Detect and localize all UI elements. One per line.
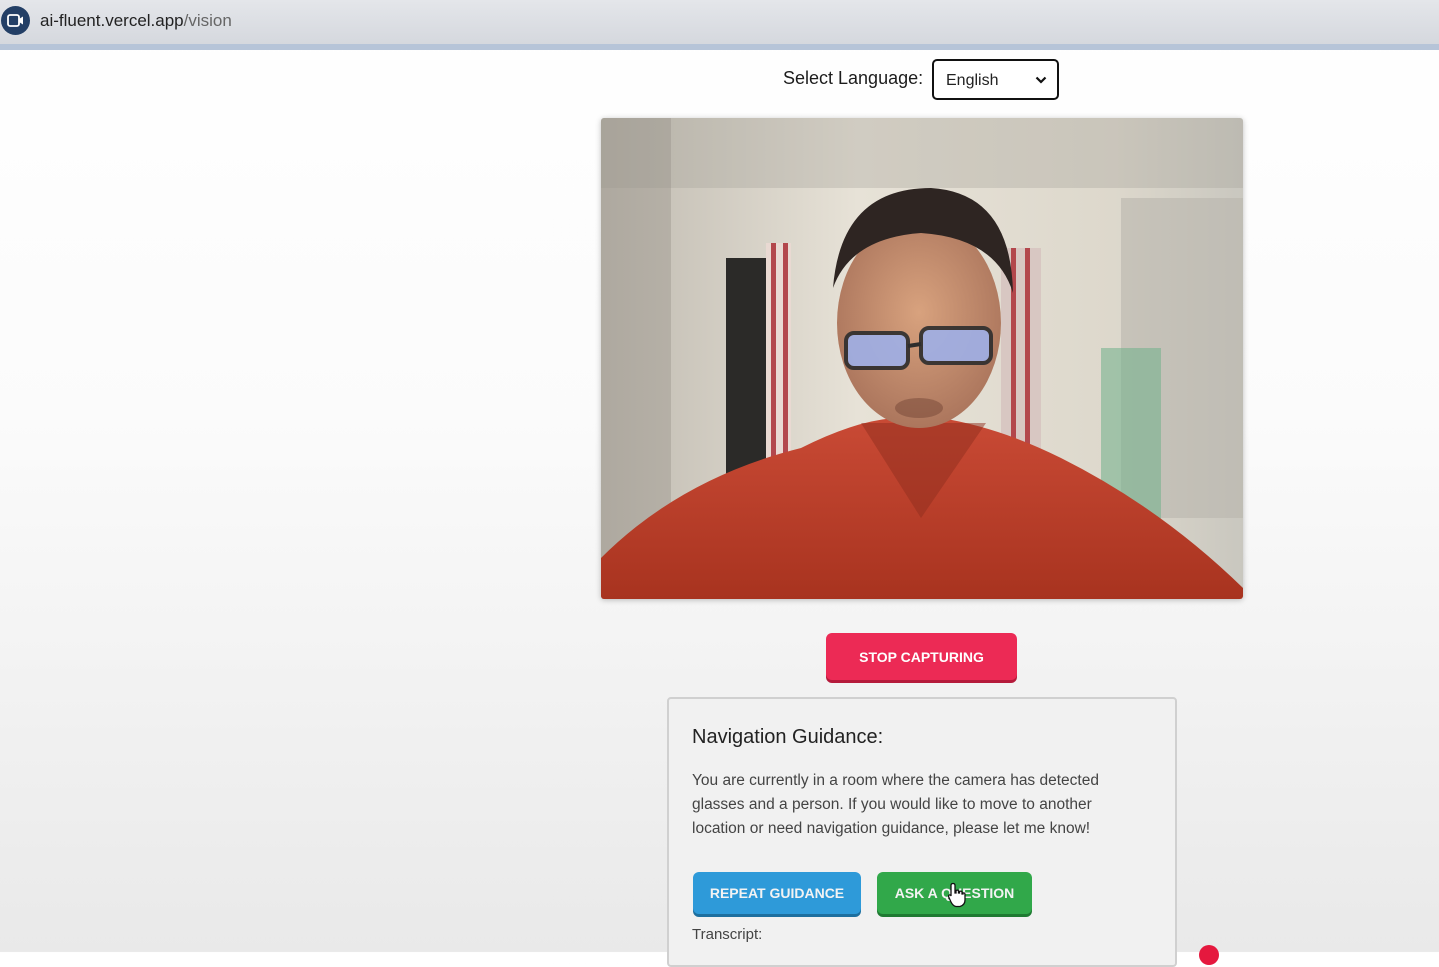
guidance-text: You are currently in a room where the ca… — [692, 772, 1099, 837]
language-label: Select Language: — [783, 68, 924, 88]
url-host: ai-fluent.vercel.app — [40, 11, 184, 30]
repeat-guidance-button[interactable]: REPEAT GUIDANCE — [693, 872, 861, 914]
transcript-label: Transcript: — [692, 926, 763, 943]
hand-pointer-cursor-icon — [947, 882, 966, 908]
language-select[interactable]: English — [932, 59, 1059, 100]
camera-video-feed — [601, 118, 1243, 599]
navigation-guidance-panel: Navigation Guidance: You are currently i… — [667, 697, 1177, 967]
guidance-title: Navigation Guidance: — [692, 726, 884, 748]
language-selected-value: English — [946, 72, 999, 89]
video-camera-icon — [1, 6, 30, 35]
url-text[interactable]: ai-fluent.vercel.app/vision — [40, 11, 232, 31]
stop-capturing-button[interactable]: STOP CAPTURING — [826, 633, 1017, 680]
chevron-down-icon — [1035, 76, 1047, 84]
recording-indicator — [1199, 945, 1219, 965]
url-path: /vision — [183, 11, 232, 30]
browser-address-bar[interactable]: ai-fluent.vercel.app/vision — [0, 0, 1439, 50]
